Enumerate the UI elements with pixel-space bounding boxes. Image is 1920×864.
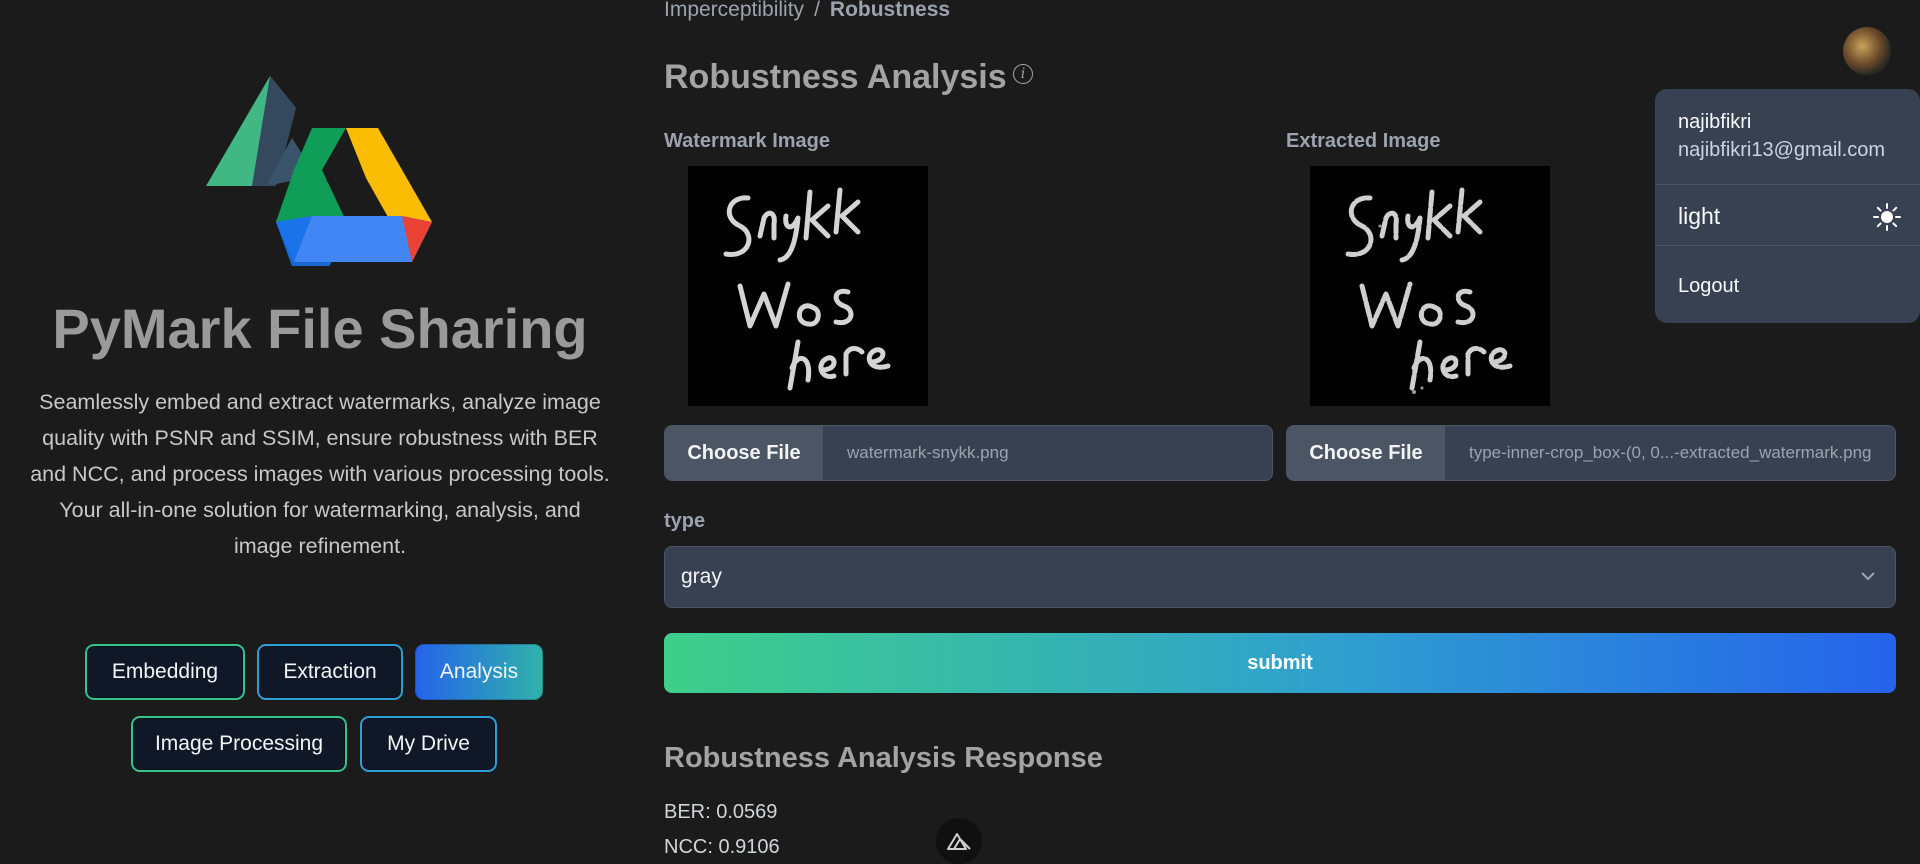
hero-panel: PyMark File Sharing Seamlessly embed and… — [0, 0, 640, 849]
type-select-value: gray — [681, 565, 722, 588]
app-title: PyMark File Sharing — [52, 297, 588, 360]
nuxt-icon — [947, 833, 971, 850]
ber-value: BER: 0.0569 — [664, 801, 778, 823]
watermark-image-preview — [688, 166, 928, 406]
user-menu-username: najibfikri — [1678, 111, 1752, 133]
extracted-choose-file-button[interactable]: Choose File — [1287, 426, 1445, 480]
extracted-image-label: Extracted Image — [1286, 130, 1441, 152]
extracted-file-name: type-inner-crop_box-(0, 0...-extracted_w… — [1469, 443, 1872, 462]
user-menu-dropdown: najibfikri najibfikri13@gmail.com light … — [1655, 89, 1920, 323]
divider — [1655, 184, 1920, 185]
type-label: type — [664, 510, 706, 532]
nav-my-drive-button[interactable]: My Drive — [360, 716, 497, 772]
watermark-file-name: watermark-snykk.png — [847, 443, 1009, 462]
watermark-choose-file-button[interactable]: Choose File — [665, 426, 823, 480]
response-title: Robustness Analysis Response — [664, 742, 1103, 774]
watermark-file-input[interactable]: Choose File watermark-snykk.png — [664, 425, 1273, 481]
sun-icon[interactable] — [1873, 203, 1901, 231]
page-title: Robustness Analysis — [664, 58, 1007, 96]
nav-extraction-button[interactable]: Extraction — [257, 644, 403, 700]
ncc-value: NCC: 0.9106 — [664, 836, 780, 858]
nuxt-devtools-button[interactable] — [936, 818, 982, 864]
breadcrumb-parent[interactable]: Imperceptibility — [664, 0, 804, 21]
nav-image-processing-button[interactable]: Image Processing — [131, 716, 347, 772]
user-avatar[interactable] — [1843, 27, 1891, 75]
logout-button[interactable]: Logout — [1678, 275, 1739, 298]
type-select[interactable]: gray — [664, 546, 1896, 608]
divider — [1655, 245, 1920, 246]
app-description: Seamlessly embed and extract watermarks,… — [30, 390, 610, 558]
extracted-file-input[interactable]: Choose File type-inner-crop_box-(0, 0...… — [1286, 425, 1896, 481]
theme-toggle-label[interactable]: light — [1678, 203, 1720, 230]
watermark-image-label: Watermark Image — [664, 130, 830, 152]
user-menu-email: najibfikri13@gmail.com — [1678, 139, 1886, 161]
breadcrumb-current: Robustness — [829, 0, 951, 21]
chevron-down-icon — [1861, 572, 1875, 581]
info-icon[interactable]: i — [1013, 64, 1033, 84]
submit-button[interactable]: submit — [664, 633, 1896, 693]
breadcrumb: Imperceptibility / Robustness — [664, 0, 950, 22]
nav-analysis-button[interactable]: Analysis — [415, 644, 543, 700]
breadcrumb-separator: / — [814, 0, 820, 21]
app-logo — [206, 76, 432, 266]
extracted-image-preview — [1310, 166, 1550, 406]
nav-embedding-button[interactable]: Embedding — [85, 644, 245, 700]
